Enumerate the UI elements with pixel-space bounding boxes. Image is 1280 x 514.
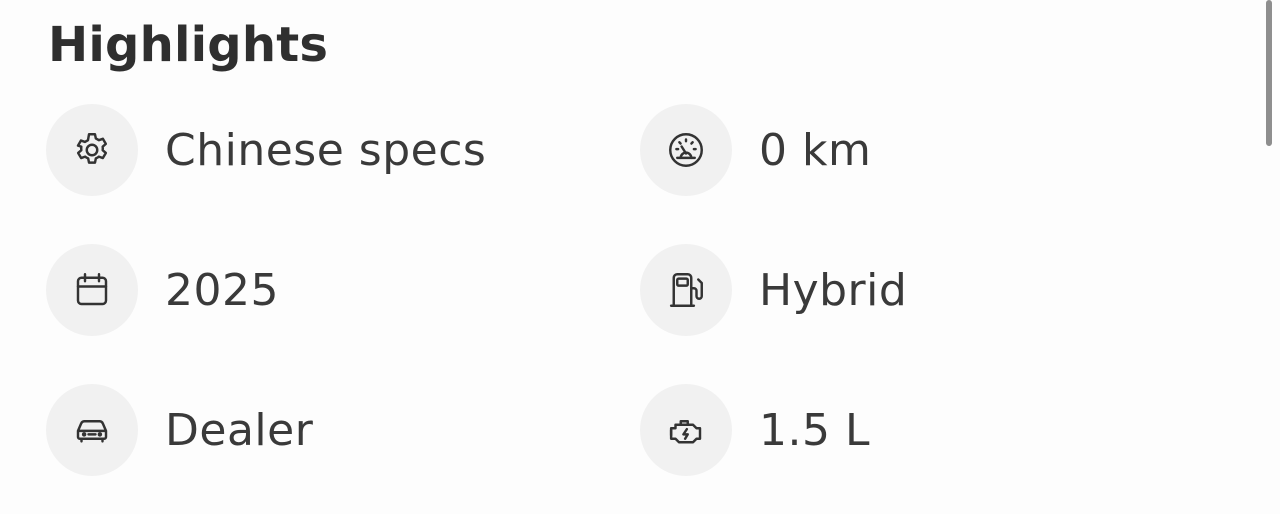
fuel-pump-icon [640,244,732,336]
highlight-fuel: Hybrid [640,244,907,336]
highlight-label: 0 km [759,124,872,176]
highlight-label: Hybrid [759,264,908,316]
highlights-grid: Chinese specs 0 km 2025 Hybrid Dealer 1.… [46,104,1226,476]
highlight-label: Dealer [165,404,314,456]
highlight-label: 1.5 L [759,404,870,456]
highlight-label: Chinese specs [165,124,487,176]
highlights-page: Highlights Chinese specs 0 km 2025 Hybri… [0,0,1280,514]
highlight-label: 2025 [165,264,279,316]
section-title: Highlights [48,17,329,73]
highlight-engine: 1.5 L [640,384,870,476]
speedometer-icon [640,104,732,196]
calendar-icon [46,244,138,336]
car-icon [46,384,138,476]
engine-icon [640,384,732,476]
scrollbar[interactable] [1266,0,1272,146]
gear-icon [46,104,138,196]
highlight-year: 2025 [46,244,279,336]
highlight-specs: Chinese specs [46,104,486,196]
highlight-mileage: 0 km [640,104,871,196]
highlight-seller: Dealer [46,384,313,476]
